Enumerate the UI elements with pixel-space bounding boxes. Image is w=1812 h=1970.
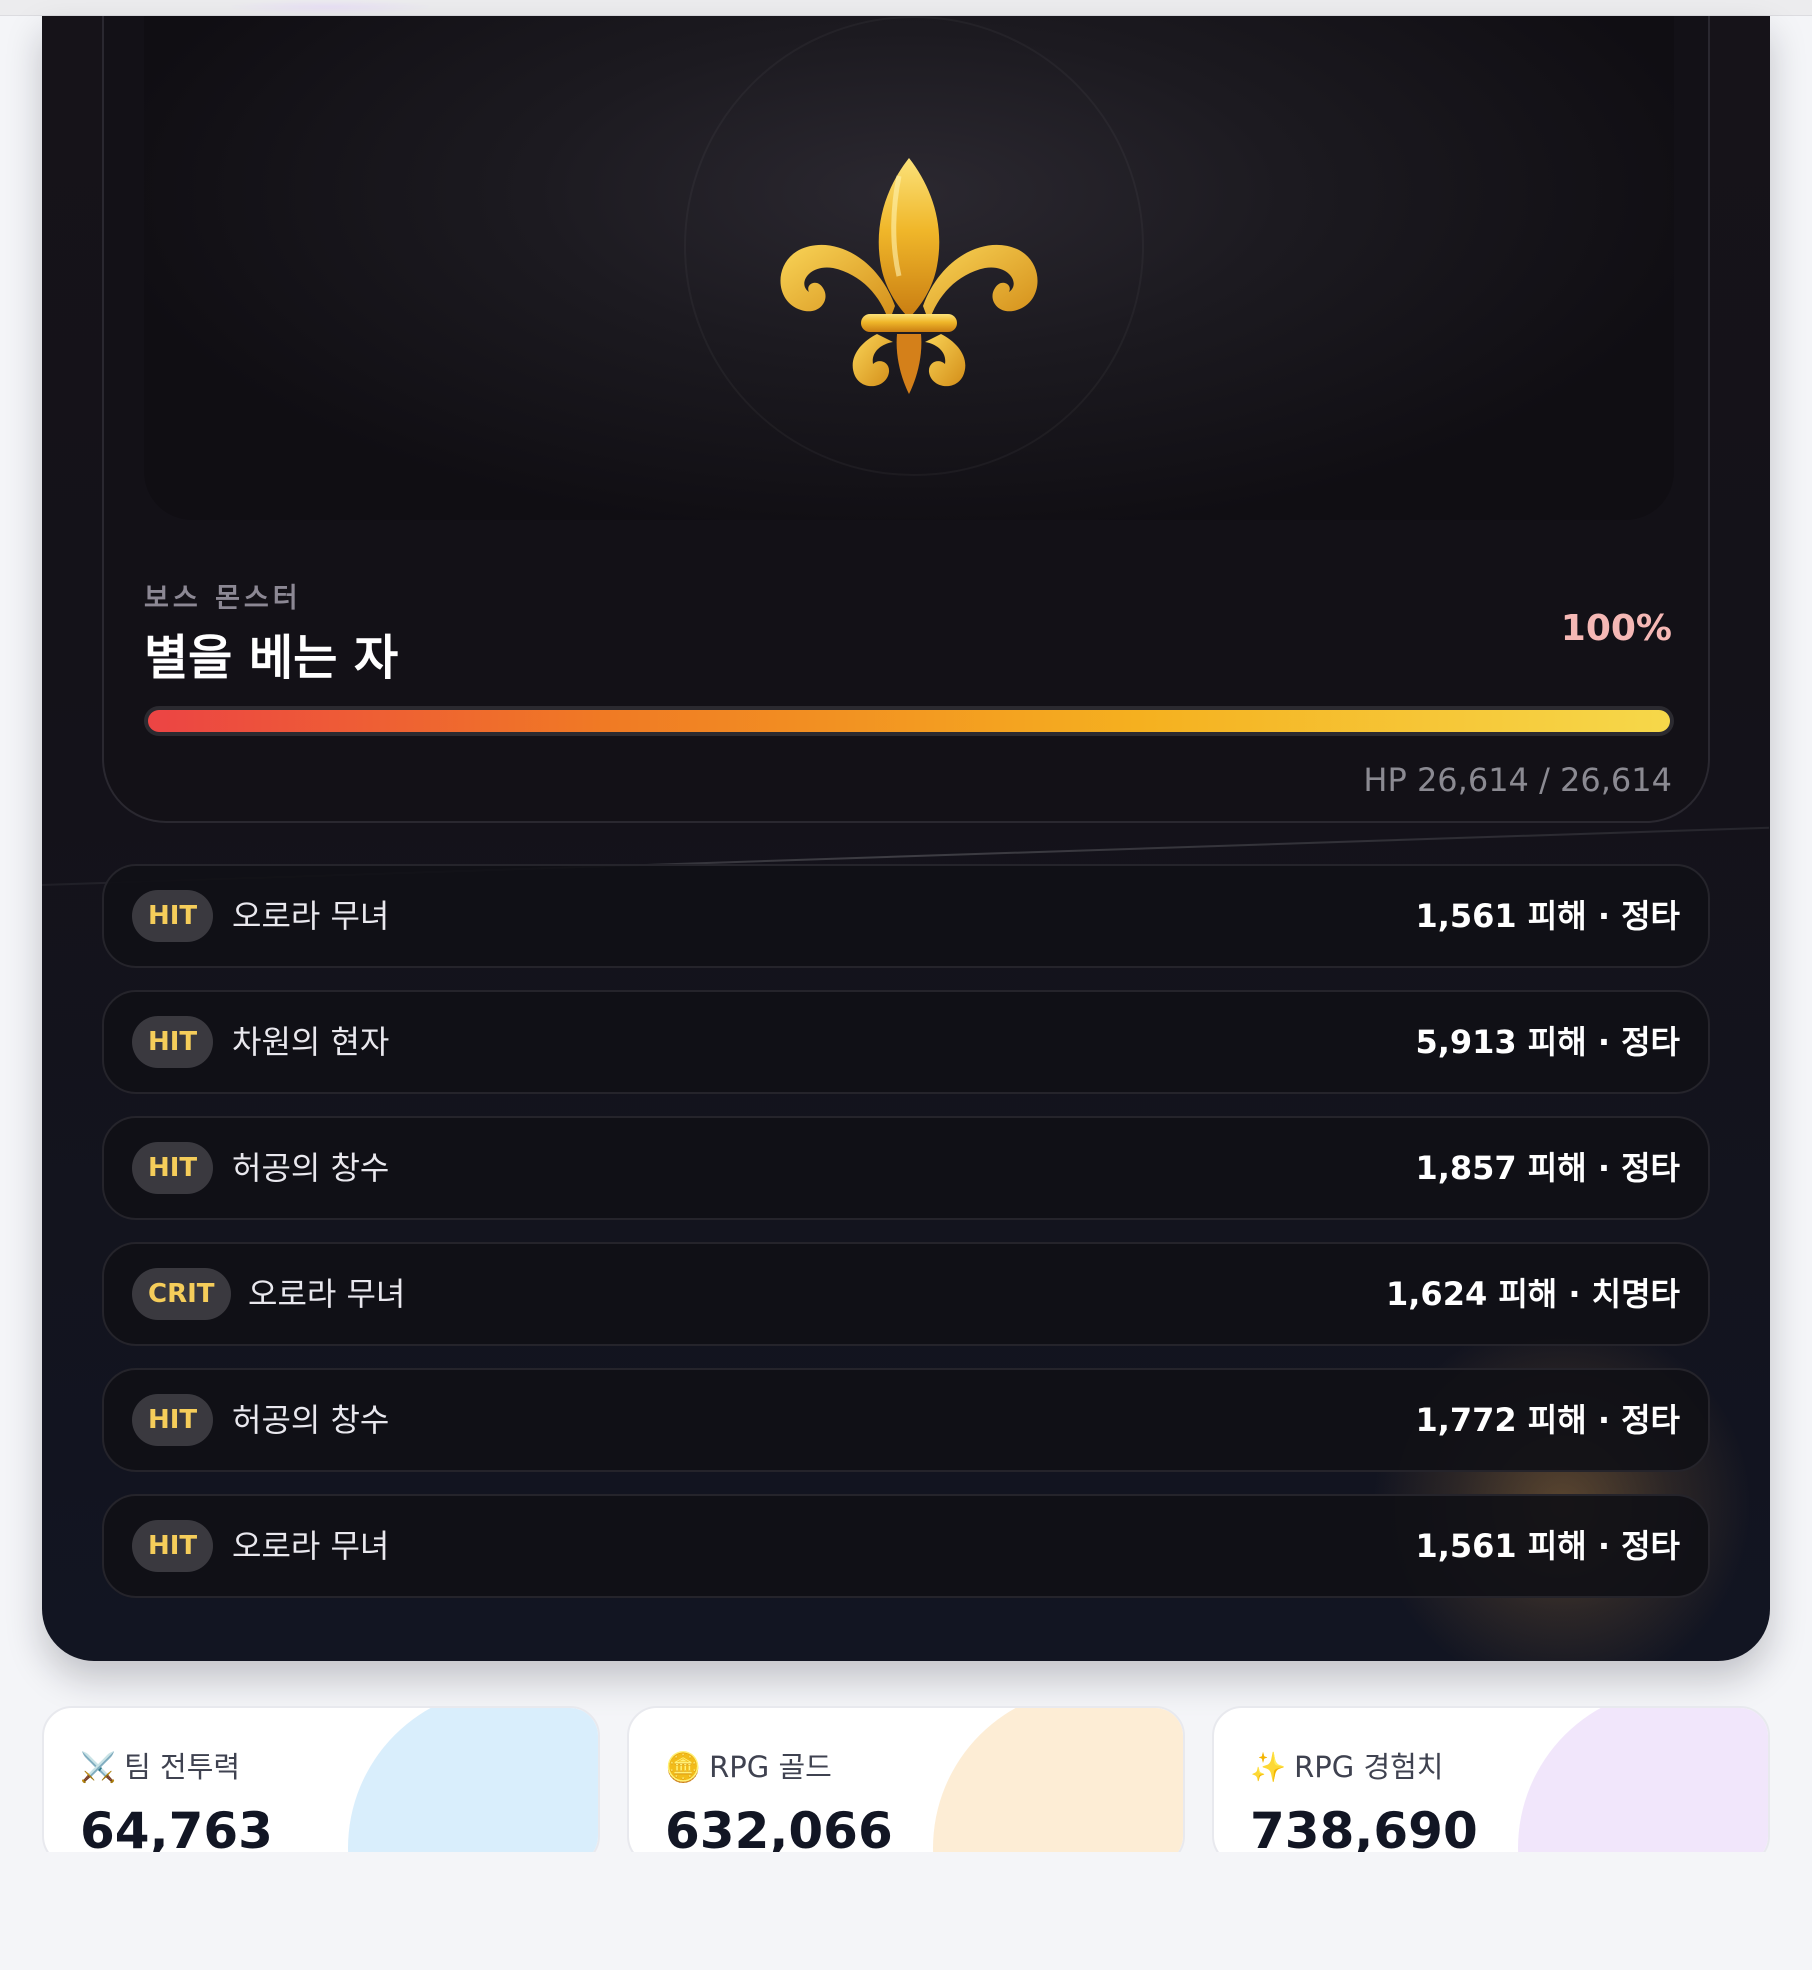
- damage-text: 1,561 피해 · 정타: [1415, 897, 1680, 935]
- battle-log-row: HIT 오로라 무녀 1,561 피해 · 정타: [102, 864, 1710, 968]
- stat-card-gold: 🪙 RPG 골드 632,066: [627, 1706, 1185, 1866]
- hit-badge: HIT: [132, 1142, 214, 1194]
- boss-hp-fill: [148, 710, 1670, 732]
- battle-log-row: HIT 허공의 창수 1,857 피해 · 정타: [102, 1116, 1710, 1220]
- hit-badge: HIT: [132, 1520, 214, 1572]
- boss-hp-text: HP 26,614 / 26,614: [1363, 761, 1672, 799]
- hit-badge: HIT: [132, 1394, 214, 1446]
- battle-log: HIT 오로라 무녀 1,561 피해 · 정타 HIT 차원의 현자 5,91…: [102, 864, 1710, 1620]
- damage-text: 5,913 피해 · 정타: [1415, 1023, 1680, 1061]
- boss-hp-bar: [144, 706, 1674, 736]
- stat-card-exp: ✨ RPG 경험치 738,690: [1212, 1706, 1770, 1866]
- attacker-name: 오로라 무녀: [248, 1275, 406, 1313]
- battle-log-row: CRIT 오로라 무녀 1,624 피해 · 치명타: [102, 1242, 1710, 1346]
- stat-label: 🪙 RPG 골드: [665, 1750, 832, 1784]
- damage-text: 1,624 피해 · 치명타: [1386, 1275, 1680, 1313]
- fleur-de-lis-icon: [780, 158, 1038, 394]
- stats-row: ⚔️ 팀 전투력 64,763 🪙 RPG 골드 632,066 ✨ RPG 경험치 …: [42, 1706, 1770, 1866]
- hit-badge: HIT: [132, 890, 214, 942]
- battle-log-row: HIT 허공의 창수 1,772 피해 · 정타: [102, 1368, 1710, 1472]
- attacker-name: 차원의 현자: [232, 1023, 390, 1061]
- coin-icon: 🪙: [665, 1750, 702, 1784]
- boss-subtitle: 보스 몬스터: [144, 583, 302, 614]
- battle-log-row: HIT 차원의 현자 5,913 피해 · 정타: [102, 990, 1710, 1094]
- crit-badge: CRIT: [132, 1268, 231, 1320]
- stat-card-accent: [1518, 1708, 1768, 1864]
- stat-label: ⚔️ 팀 전투력: [80, 1750, 241, 1784]
- sparkles-icon: ✨: [1250, 1750, 1287, 1784]
- damage-text: 1,561 피해 · 정타: [1415, 1527, 1680, 1565]
- page-bottom: [0, 1852, 1812, 1970]
- crossed-swords-icon: ⚔️: [80, 1750, 117, 1784]
- boss-card: 보스 몬스터 별을 베는 자 100% HP 26,614 / 26,614: [102, 16, 1710, 823]
- boss-name: 별을 베는 자: [144, 630, 399, 686]
- stat-label: ✨ RPG 경험치: [1250, 1750, 1444, 1784]
- top-bar-glow: [230, 0, 430, 14]
- battle-log-row: HIT 오로라 무녀 1,561 피해 · 정타: [102, 1494, 1710, 1598]
- boss-battle-panel: 보스 몬스터 별을 베는 자 100% HP 26,614 / 26,614 H…: [42, 16, 1770, 1661]
- boss-hp-percent: 100%: [1560, 608, 1672, 649]
- boss-art: [144, 16, 1674, 520]
- top-bar: [0, 0, 1812, 16]
- hit-badge: HIT: [132, 1016, 214, 1068]
- damage-text: 1,857 피해 · 정타: [1415, 1149, 1680, 1187]
- stat-card-team-power: ⚔️ 팀 전투력 64,763: [42, 1706, 600, 1866]
- attacker-name: 오로라 무녀: [232, 1527, 390, 1565]
- attacker-name: 오로라 무녀: [232, 897, 390, 935]
- damage-text: 1,772 피해 · 정타: [1415, 1401, 1680, 1439]
- attacker-name: 허공의 창수: [232, 1149, 390, 1187]
- stat-card-accent: [348, 1708, 598, 1864]
- attacker-name: 허공의 창수: [232, 1401, 390, 1439]
- stat-card-accent: [933, 1708, 1183, 1864]
